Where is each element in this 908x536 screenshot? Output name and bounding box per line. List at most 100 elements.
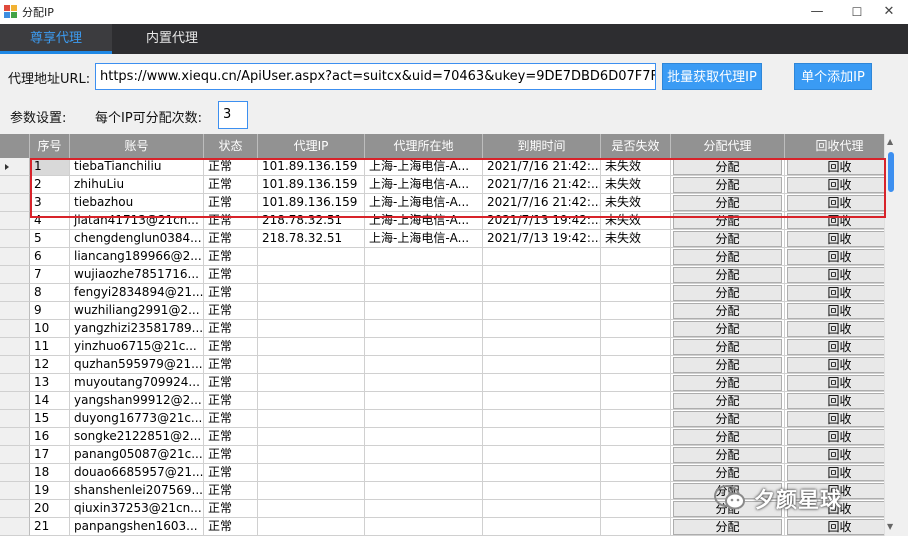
- scroll-up-icon[interactable]: ▲: [887, 137, 893, 146]
- proxy-ip-cell[interactable]: [258, 428, 365, 446]
- proxy-ip-cell[interactable]: [258, 392, 365, 410]
- invalid-cell[interactable]: [601, 482, 671, 500]
- proxy-ip-cell[interactable]: [258, 302, 365, 320]
- location-cell[interactable]: 上海-上海电信-A...: [365, 230, 483, 248]
- account-cell[interactable]: liancang189966@2...: [70, 248, 204, 266]
- expiry-cell[interactable]: [483, 446, 601, 464]
- proxy-ip-cell[interactable]: [258, 284, 365, 302]
- status-cell[interactable]: 正常: [204, 320, 258, 338]
- assign-proxy-button[interactable]: 分配: [673, 393, 782, 409]
- invalid-cell[interactable]: [601, 248, 671, 266]
- table-row[interactable]: 14 yangshan99912@2... 正常 分配 回收: [0, 392, 895, 410]
- status-cell[interactable]: 正常: [204, 338, 258, 356]
- tab-premium-proxy[interactable]: 尊享代理: [0, 24, 112, 54]
- location-cell[interactable]: [365, 374, 483, 392]
- row-header[interactable]: [0, 410, 30, 428]
- status-cell[interactable]: 正常: [204, 464, 258, 482]
- location-cell[interactable]: [365, 446, 483, 464]
- proxy-ip-cell[interactable]: [258, 518, 365, 536]
- assign-proxy-button[interactable]: 分配: [673, 267, 782, 283]
- table-row[interactable]: 7 wujiaozhe7851716... 正常 分配 回收: [0, 266, 895, 284]
- expiry-cell[interactable]: [483, 374, 601, 392]
- row-index[interactable]: 19: [30, 482, 70, 500]
- per-ip-count-input[interactable]: 3: [218, 101, 248, 129]
- account-cell[interactable]: fengyi2834894@21...: [70, 284, 204, 302]
- expiry-cell[interactable]: [483, 482, 601, 500]
- status-cell[interactable]: 正常: [204, 446, 258, 464]
- proxy-ip-cell[interactable]: [258, 500, 365, 518]
- account-cell[interactable]: yinzhuo6715@21c...: [70, 338, 204, 356]
- tab-builtin-proxy[interactable]: 内置代理: [112, 24, 232, 54]
- expiry-cell[interactable]: [483, 248, 601, 266]
- invalid-cell[interactable]: 未失效: [601, 230, 671, 248]
- expiry-cell[interactable]: [483, 320, 601, 338]
- table-row[interactable]: 17 panang05087@21c... 正常 分配 回收: [0, 446, 895, 464]
- scroll-thumb[interactable]: [888, 152, 894, 192]
- location-cell[interactable]: [365, 428, 483, 446]
- row-index[interactable]: 8: [30, 284, 70, 302]
- proxy-ip-cell[interactable]: [258, 374, 365, 392]
- expiry-cell[interactable]: [483, 338, 601, 356]
- row-header[interactable]: [0, 482, 30, 500]
- invalid-cell[interactable]: [601, 302, 671, 320]
- row-header[interactable]: [0, 356, 30, 374]
- account-cell[interactable]: muyoutang709924...: [70, 374, 204, 392]
- expiry-cell[interactable]: [483, 464, 601, 482]
- expiry-cell[interactable]: [483, 428, 601, 446]
- proxy-ip-cell[interactable]: [258, 464, 365, 482]
- recycle-proxy-button[interactable]: 回收: [787, 231, 892, 247]
- location-cell[interactable]: [365, 248, 483, 266]
- recycle-proxy-button[interactable]: 回收: [787, 447, 892, 463]
- table-row[interactable]: 9 wuzhiliang2991@2... 正常 分配 回收: [0, 302, 895, 320]
- proxy-ip-cell[interactable]: [258, 320, 365, 338]
- status-cell[interactable]: 正常: [204, 482, 258, 500]
- status-cell[interactable]: 正常: [204, 374, 258, 392]
- expiry-cell[interactable]: 2021/7/13 19:42:...: [483, 230, 601, 248]
- header-col-recycle[interactable]: 回收代理: [785, 134, 895, 158]
- row-index[interactable]: 12: [30, 356, 70, 374]
- assign-proxy-button[interactable]: 分配: [673, 465, 782, 481]
- invalid-cell[interactable]: [601, 518, 671, 536]
- assign-proxy-button[interactable]: 分配: [673, 321, 782, 337]
- account-cell[interactable]: duyong16773@21c...: [70, 410, 204, 428]
- invalid-cell[interactable]: [601, 428, 671, 446]
- expiry-cell[interactable]: [483, 356, 601, 374]
- proxy-ip-cell[interactable]: [258, 248, 365, 266]
- single-add-button[interactable]: 单个添加IP: [794, 63, 872, 90]
- table-row[interactable]: 12 quzhan595979@21... 正常 分配 回收: [0, 356, 895, 374]
- account-cell[interactable]: panang05087@21c...: [70, 446, 204, 464]
- location-cell[interactable]: [365, 392, 483, 410]
- account-cell[interactable]: wujiaozhe7851716...: [70, 266, 204, 284]
- assign-proxy-button[interactable]: 分配: [673, 411, 782, 427]
- assign-proxy-button[interactable]: 分配: [673, 447, 782, 463]
- batch-fetch-button[interactable]: 批量获取代理IP: [662, 63, 762, 90]
- assign-proxy-button[interactable]: 分配: [673, 285, 782, 301]
- invalid-cell[interactable]: [601, 266, 671, 284]
- location-cell[interactable]: [365, 482, 483, 500]
- status-cell[interactable]: 正常: [204, 518, 258, 536]
- row-index[interactable]: 11: [30, 338, 70, 356]
- row-index[interactable]: 18: [30, 464, 70, 482]
- status-cell[interactable]: 正常: [204, 428, 258, 446]
- account-cell[interactable]: shanshenlei207569...: [70, 482, 204, 500]
- row-header[interactable]: [0, 248, 30, 266]
- invalid-cell[interactable]: [601, 410, 671, 428]
- row-header[interactable]: [0, 320, 30, 338]
- assign-proxy-button[interactable]: 分配: [673, 303, 782, 319]
- recycle-proxy-button[interactable]: 回收: [787, 357, 892, 373]
- header-col-proxy-ip[interactable]: 代理IP: [258, 134, 365, 158]
- invalid-cell[interactable]: [601, 446, 671, 464]
- proxy-url-input[interactable]: https://www.xiequ.cn/ApiUser.aspx?act=su…: [95, 63, 656, 90]
- recycle-proxy-button[interactable]: 回收: [787, 375, 892, 391]
- table-row[interactable]: 21 panpangshen1603... 正常 分配 回收: [0, 518, 895, 536]
- account-cell[interactable]: quzhan595979@21...: [70, 356, 204, 374]
- row-header[interactable]: [0, 158, 30, 176]
- invalid-cell[interactable]: [601, 356, 671, 374]
- recycle-proxy-button[interactable]: 回收: [787, 393, 892, 409]
- scroll-down-icon[interactable]: ▼: [887, 522, 893, 531]
- invalid-cell[interactable]: [601, 392, 671, 410]
- expiry-cell[interactable]: [483, 500, 601, 518]
- proxy-ip-cell[interactable]: 218.78.32.51: [258, 230, 365, 248]
- account-cell[interactable]: yangshan99912@2...: [70, 392, 204, 410]
- row-header[interactable]: [0, 500, 30, 518]
